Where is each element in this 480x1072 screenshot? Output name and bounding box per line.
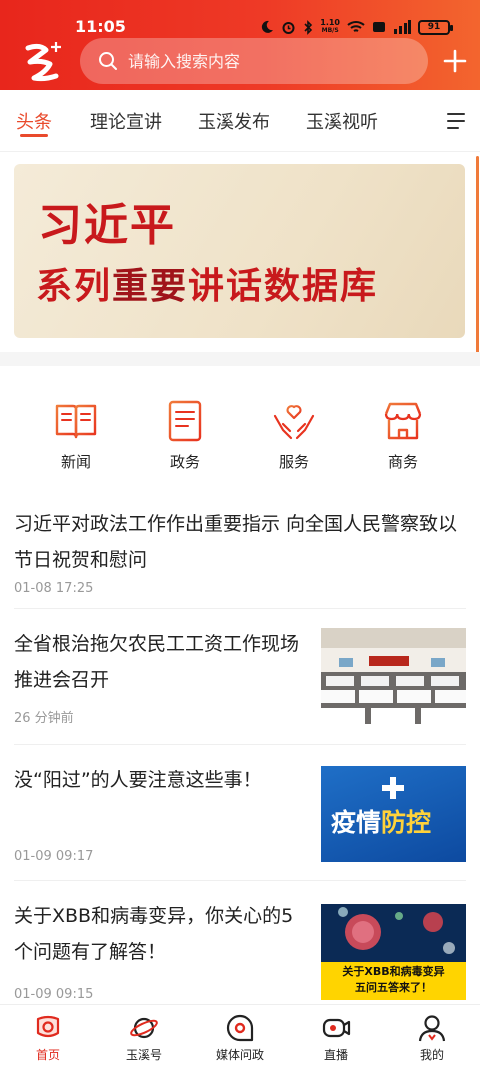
hd-icon — [373, 22, 385, 32]
nav-home[interactable]: 首页 — [3, 1013, 93, 1063]
quick-news[interactable]: 新闻 — [41, 398, 111, 472]
news-title: 关于XBB和病毒变异，你关心的5个问题有了解答！ — [14, 905, 294, 963]
battery-indicator: 91 — [418, 19, 453, 35]
moon-icon — [262, 20, 274, 33]
signal-icon — [394, 20, 411, 34]
news-thumbnail: 关于XBB和病毒变异 五问五答来了！ — [321, 904, 466, 1000]
tab-yuxi-release[interactable]: 玉溪发布 — [198, 110, 270, 136]
nav-live[interactable]: 直播 — [291, 1013, 381, 1063]
scroll-indicator — [476, 156, 479, 356]
news-item[interactable]: 全省根治拖欠农民工工资工作现场推进会召开 26 分钟前 — [14, 626, 466, 726]
search-icon — [99, 52, 117, 70]
section-gap — [0, 352, 480, 366]
alarm-icon — [282, 21, 295, 34]
nav-media-inquiry-label: 媒体问政 — [215, 1048, 264, 1062]
quick-service-label: 服务 — [278, 453, 309, 471]
search-bar[interactable] — [80, 38, 428, 84]
news-time: 26 分钟前 — [14, 711, 74, 726]
news-item[interactable]: 没“阳过”的人要注意这些事！ 01-09 09:17 疫情防控 — [14, 762, 466, 864]
status-icons: 1.10 MB/S 91 — [260, 17, 453, 37]
quick-government[interactable]: 政务 — [150, 398, 220, 472]
news-thumbnail — [321, 628, 466, 724]
news-title: 习近平对政法工作作出重要指示 向全国人民警察致以节日祝贺和慰问 — [14, 513, 458, 571]
tab-theory[interactable]: 理论宣讲 — [90, 110, 162, 136]
quick-service[interactable]: 服务 — [259, 398, 329, 472]
status-bar: 11:05 1.10 MB/S 91 — [0, 0, 480, 36]
home-icon — [36, 1015, 60, 1038]
banner-subtitle: 系列重要讲话数据库 — [36, 265, 379, 307]
news-item[interactable]: 关于XBB和病毒变异，你关心的5个问题有了解答！ 01-09 09:15 关于X… — [14, 898, 466, 1002]
nav-mine-label: 我的 — [419, 1048, 444, 1062]
heart-hands-icon — [273, 405, 315, 440]
wifi-icon — [347, 21, 365, 32]
app-logo-icon[interactable] — [16, 38, 66, 82]
channel-menu-icon[interactable] — [445, 110, 467, 132]
divider — [14, 880, 466, 881]
planet-icon — [130, 1017, 158, 1039]
quick-business[interactable]: 商务 — [368, 398, 438, 472]
nav-mine[interactable]: 我的 — [387, 1013, 477, 1063]
tab-yuxi-av[interactable]: 玉溪视听 — [306, 110, 378, 136]
divider — [14, 608, 466, 609]
nav-home-label: 首页 — [35, 1048, 60, 1062]
status-time: 11:05 — [75, 17, 126, 36]
tab-headlines[interactable]: 头条 — [16, 110, 52, 136]
nav-yuxi-account[interactable]: 玉溪号 — [99, 1013, 189, 1063]
banner-carousel[interactable]: 习近平 系列重要讲话数据库 — [14, 164, 465, 338]
news-thumbnail: 疫情防控 — [321, 766, 466, 862]
user-icon — [418, 1015, 446, 1042]
channel-tabs: 头条 理论宣讲 玉溪发布 玉溪视听 — [0, 90, 480, 152]
nav-media-inquiry[interactable]: 媒体问政 — [195, 1013, 285, 1063]
virus-illustration — [338, 907, 455, 954]
network-speed: 1.10 MB/S — [320, 18, 340, 35]
store-icon — [384, 402, 422, 440]
divider — [14, 744, 466, 745]
bottom-navigation: 首页 玉溪号 媒体问政 直播 我的 — [0, 1004, 480, 1072]
news-title: 全省根治拖欠农民工工资工作现场推进会召开 — [14, 633, 300, 691]
bluetooth-icon — [304, 19, 313, 35]
news-time: 01-09 09:15 — [14, 987, 94, 1002]
nav-live-label: 直播 — [323, 1048, 348, 1062]
cross-icon — [382, 777, 404, 799]
nav-yuxi-account-label: 玉溪号 — [125, 1048, 162, 1062]
banner-title: 习近平 — [38, 200, 176, 251]
quick-government-label: 政务 — [169, 453, 200, 471]
news-time: 01-09 09:17 — [14, 849, 94, 864]
news-title: 没“阳过”的人要注意这些事！ — [14, 769, 262, 791]
live-camera-icon — [322, 1018, 351, 1038]
document-icon — [168, 400, 202, 442]
active-tab-indicator — [20, 134, 48, 137]
quick-business-label: 商务 — [387, 453, 418, 471]
news-item[interactable]: 习近平对政法工作作出重要指示 向全国人民警察致以节日祝贺和慰问 01-08 17… — [14, 506, 466, 598]
quick-news-label: 新闻 — [60, 453, 91, 471]
inquiry-icon — [226, 1014, 254, 1042]
add-icon[interactable] — [440, 46, 470, 76]
news-time: 01-08 17:25 — [14, 581, 94, 596]
newspaper-icon — [55, 404, 97, 439]
app-header: 11:05 1.10 MB/S 91 — [0, 0, 480, 90]
search-input[interactable] — [128, 51, 408, 71]
